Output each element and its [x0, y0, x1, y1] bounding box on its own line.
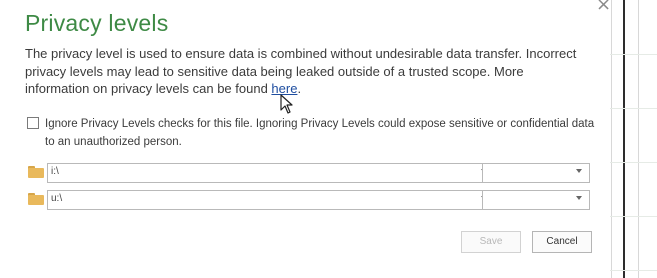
chevron-down-icon — [576, 196, 582, 200]
source-path: u:\ — [51, 193, 63, 204]
close-icon[interactable]: × — [596, 0, 611, 15]
description-end: . — [297, 81, 302, 96]
dialog-description: The privacy level is used to ensure data… — [25, 45, 585, 98]
privacy-levels-dialog: × Privacy levels The privacy level is us… — [0, 0, 611, 278]
mouse-cursor-icon — [280, 94, 293, 114]
ignore-privacy-label[interactable]: Ignore Privacy Levels checks for this fi… — [45, 115, 600, 151]
source-row: i:\ — [28, 163, 593, 183]
source-path-dropdown[interactable]: i:\ — [47, 163, 495, 183]
folder-icon — [28, 166, 44, 178]
dialog-title: Privacy levels — [25, 10, 169, 36]
source-path-dropdown[interactable]: u:\ — [47, 190, 495, 210]
chevron-down-icon — [576, 169, 582, 173]
cancel-button[interactable]: Cancel — [532, 231, 592, 253]
ignore-privacy-checkbox[interactable] — [27, 117, 39, 129]
background-window-edge — [610, 0, 657, 278]
privacy-level-dropdown[interactable] — [482, 190, 590, 210]
source-path: i:\ — [51, 166, 59, 177]
privacy-level-dropdown[interactable] — [482, 163, 590, 183]
source-row: u:\ — [28, 190, 593, 210]
save-button[interactable]: Save — [461, 231, 521, 253]
folder-icon — [28, 193, 44, 205]
